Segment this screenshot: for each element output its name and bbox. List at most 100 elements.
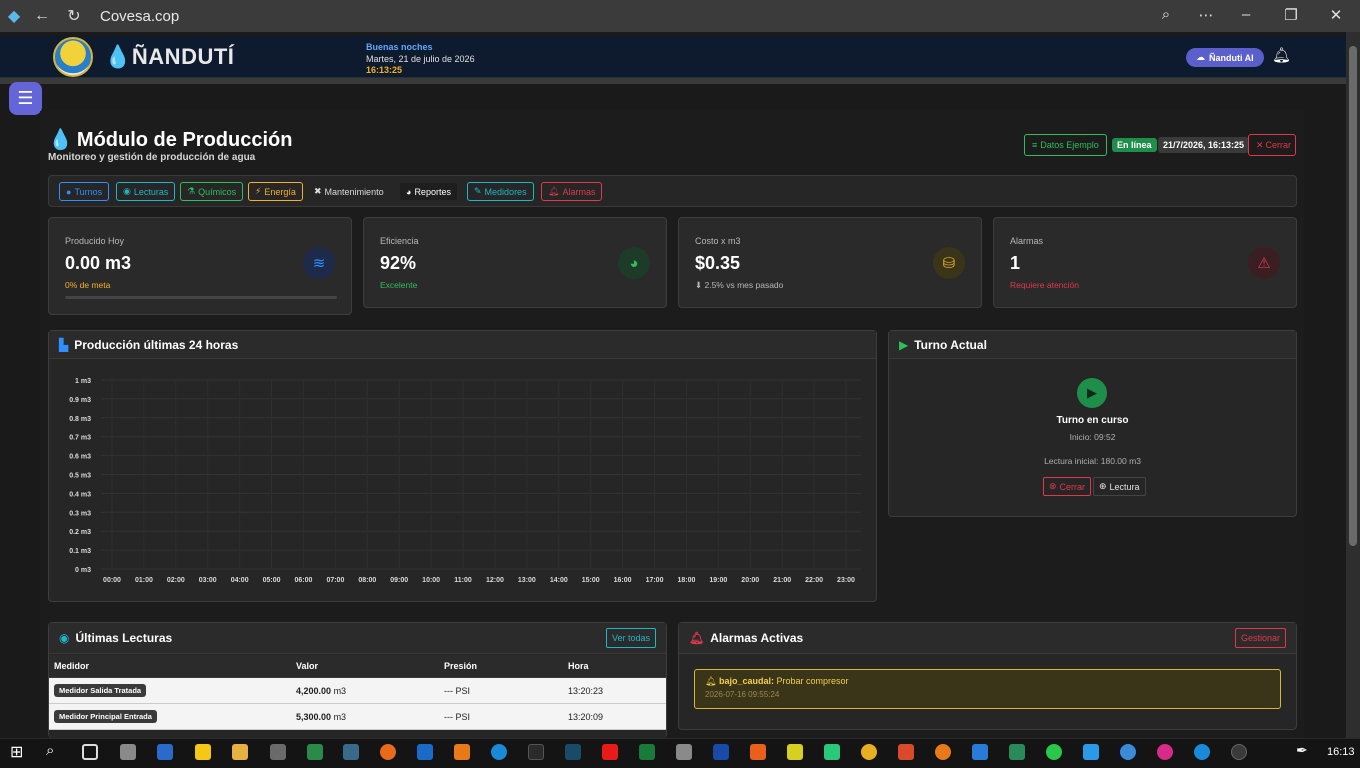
bell-icon: 🔔︎	[548, 186, 560, 196]
taskbar-app-icon[interactable]	[565, 744, 581, 760]
flask-icon: ⚗	[187, 186, 196, 196]
minimize-icon[interactable]: –	[1236, 6, 1256, 23]
close-button[interactable]: ✕ Cerrar	[1248, 134, 1296, 156]
taskbar-app-icon[interactable]	[750, 744, 766, 760]
task-view-icon[interactable]	[82, 744, 98, 760]
firefox-icon[interactable]	[380, 744, 396, 760]
whatsapp-icon[interactable]	[1046, 744, 1062, 760]
robot-icon: ☁	[1196, 52, 1205, 62]
bell-icon: 🔔︎	[705, 676, 717, 686]
sample-data-button[interactable]: ≡ Datos Ejemplo	[1024, 134, 1107, 156]
file-explorer-icon[interactable]	[232, 744, 248, 760]
close-icon: ✕	[1256, 139, 1264, 150]
taskbar-app-icon[interactable]	[343, 744, 359, 760]
water-waves-icon: ≋	[303, 247, 335, 279]
meter-badge: Medidor Principal Entrada	[54, 710, 157, 723]
restore-icon[interactable]: ❐	[1281, 6, 1301, 24]
address-bar[interactable]: Covesa.cop	[100, 8, 179, 25]
ai-button-label: Ñanduti AI	[1209, 52, 1254, 63]
close-shift-button[interactable]: ⊗ Cerrar	[1043, 477, 1092, 496]
taskbar-app-icon[interactable]	[861, 744, 877, 760]
zoom-icon[interactable]: ⌕	[1156, 6, 1176, 23]
windows-start-icon[interactable]: ⊞	[10, 742, 26, 761]
taskbar-app-icon[interactable]	[1231, 744, 1247, 760]
greeting-block: Buenas noches Martes, 21 de julio de 202…	[366, 42, 475, 77]
youtube-icon[interactable]	[602, 744, 618, 760]
powerpoint-icon[interactable]	[898, 744, 914, 760]
vscode-icon[interactable]	[972, 744, 988, 760]
tab-medidores[interactable]: ✎ Medidores	[467, 182, 534, 201]
taskbar-app-icon[interactable]	[1157, 744, 1173, 760]
stat-value: 92%	[380, 253, 417, 273]
edge-icon[interactable]	[491, 744, 507, 760]
alarm-type: bajo_caudal:	[718, 676, 774, 686]
alarms-title: Alarmas Activas	[710, 631, 804, 645]
tab-energia[interactable]: ⚡ Energía	[248, 182, 303, 201]
stat-note: Requiere atención	[1010, 280, 1079, 290]
taskbar-app-icon[interactable]	[120, 744, 136, 760]
time-cell: 13:20:23	[563, 677, 666, 704]
word-icon[interactable]	[713, 744, 729, 760]
sample-data-label: Datos Ejemplo	[1040, 140, 1099, 150]
close-window-icon[interactable]: ✕	[1326, 6, 1346, 24]
taskbar-app-icon[interactable]	[528, 744, 544, 760]
x-tick-label: 01:00	[135, 577, 153, 584]
menu-toggle-button[interactable]: ☰	[9, 82, 42, 115]
browser-toolbar: ◆ ← ↻ Covesa.cop ⌕ ⋯ – ❐ ✕	[0, 0, 1360, 32]
tab-alarmas[interactable]: 🔔︎ Alarmas	[541, 182, 603, 201]
alarm-item[interactable]: 🔔︎ bajo_caudal: Probar compresor 2026-07…	[694, 669, 1281, 709]
edge-icon[interactable]	[1194, 744, 1210, 760]
outlook-icon[interactable]	[417, 744, 433, 760]
x-tick-label: 05:00	[263, 577, 281, 584]
view-all-button[interactable]: Ver todas	[605, 628, 656, 648]
reading-value: 4,200.00	[296, 685, 332, 696]
excel-icon[interactable]	[639, 744, 655, 760]
tab-reportes[interactable]: ◕ Reportes	[399, 182, 458, 201]
pie-chart-icon: ◕	[618, 247, 650, 279]
taskbar-app-icon[interactable]	[307, 744, 323, 760]
taskbar-app-icon[interactable]	[824, 744, 840, 760]
reading-unit: m3	[333, 685, 347, 696]
taskbar-app-icon[interactable]	[935, 744, 951, 760]
reload-icon[interactable]: ↻	[66, 8, 82, 25]
pen-icon[interactable]: ✒	[1296, 742, 1312, 758]
greeting: Buenas noches	[366, 42, 433, 52]
x-tick-label: 03:00	[199, 577, 217, 584]
taskbar-app-icon[interactable]	[157, 744, 173, 760]
meter-cell: Medidor Principal Entrada	[49, 703, 291, 730]
y-tick-label: 0.4 m3	[69, 491, 91, 498]
taskbar-app-icon[interactable]	[454, 744, 470, 760]
ai-button[interactable]: ☁ Ñanduti AI	[1186, 48, 1264, 67]
x-tick-label: 08:00	[358, 577, 376, 584]
table-row[interactable]: Medidor Salida Tratada 4,200.00 m3 --- P…	[49, 677, 666, 704]
table-row[interactable]: Medidor Principal Entrada 5,300.00 m3 --…	[49, 703, 666, 730]
scrollbar-thumb[interactable]	[1349, 46, 1357, 546]
taskbar-app-icon[interactable]	[1009, 744, 1025, 760]
calculator-icon[interactable]	[270, 744, 286, 760]
sticky-notes-icon[interactable]	[195, 744, 211, 760]
taskbar-app-icon[interactable]	[787, 744, 803, 760]
edge-icon[interactable]	[1120, 744, 1136, 760]
manage-alarms-button[interactable]: Gestionar	[1234, 628, 1286, 648]
taskbar-app-icon[interactable]	[1083, 744, 1099, 760]
tab-turnos[interactable]: ● Turnos	[59, 182, 110, 201]
y-tick-label: 1 m3	[75, 378, 91, 385]
tab-quimicos[interactable]: ⚗ Químicos	[180, 182, 244, 201]
close-circle-icon: ⊗	[1049, 481, 1057, 491]
add-reading-button[interactable]: ⊕ Lectura	[1093, 477, 1146, 496]
current-time: 16:13:25	[366, 65, 403, 75]
taskbar-clock[interactable]: 16:13	[1327, 746, 1355, 758]
stat-note: Excelente	[380, 280, 418, 290]
more-menu-icon[interactable]: ⋯	[1196, 6, 1216, 24]
search-icon[interactable]: ⌕	[46, 742, 62, 759]
x-tick-label: 02:00	[167, 577, 185, 584]
taskbar-app-icon[interactable]	[676, 744, 692, 760]
x-tick-label: 00:00	[103, 577, 121, 584]
back-icon[interactable]: ←	[34, 7, 50, 24]
x-tick-label: 06:00	[295, 577, 313, 584]
tab-mantenimiento[interactable]: ✖ Mantenimiento	[307, 182, 391, 201]
notifications-bell-icon[interactable]: 🔔︎	[1272, 46, 1291, 64]
tab-lecturas[interactable]: ◉ Lecturas	[116, 182, 176, 201]
pencil-icon: ✎	[474, 186, 482, 196]
shift-start: Inicio: 09:52	[1069, 432, 1116, 442]
